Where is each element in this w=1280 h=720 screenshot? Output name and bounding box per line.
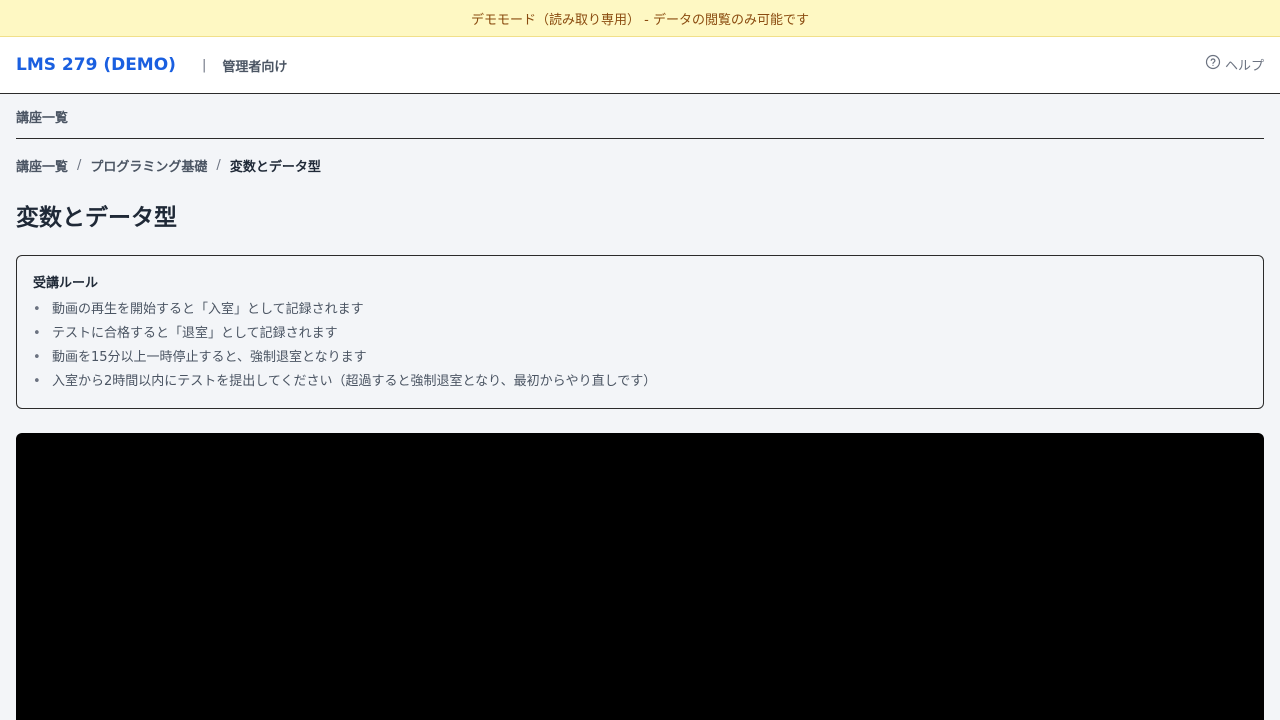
help-label: ヘルプ bbox=[1224, 58, 1264, 74]
breadcrumb-current: 変数とデータ型 bbox=[229, 159, 321, 175]
rules-item: 動画の再生を開始すると「入室」として記録されます bbox=[33, 298, 1247, 322]
rules-item: テストに合格すると「退室」として記録されます bbox=[33, 322, 1247, 346]
help-link[interactable]: ヘルプ bbox=[1205, 54, 1264, 74]
breadcrumb-separator: / bbox=[216, 157, 221, 173]
header-subtitle: 管理者向け bbox=[222, 59, 288, 75]
breadcrumb-programming-basics[interactable]: プログラミング基礎 bbox=[90, 156, 207, 175]
demo-mode-banner: デモモード（読み取り専用） - データの閲覧のみ可能です bbox=[0, 0, 1280, 37]
rules-list: 動画の再生を開始すると「入室」として記録されます テストに合格すると「退室」とし… bbox=[33, 298, 1247, 394]
header-separator: | bbox=[201, 57, 207, 73]
question-circle-icon bbox=[1205, 54, 1221, 74]
demo-mode-text: デモモード（読み取り専用） - データの閲覧のみ可能です bbox=[471, 12, 809, 28]
breadcrumb: 講座一覧 / プログラミング基礎 / 変数とデータ型 bbox=[16, 155, 321, 175]
breadcrumb-separator: / bbox=[77, 157, 82, 173]
brand-link[interactable]: LMS 279 (DEMO) bbox=[16, 55, 176, 75]
attendance-rules-panel: 受講ルール 動画の再生を開始すると「入室」として記録されます テストに合格すると… bbox=[16, 255, 1264, 409]
page-title: 変数とデータ型 bbox=[16, 205, 177, 231]
video-player[interactable] bbox=[16, 433, 1264, 720]
breadcrumb-course-list[interactable]: 講座一覧 bbox=[16, 156, 68, 175]
sub-navigation: 講座一覧 bbox=[16, 94, 1264, 139]
rules-item: 入室から2時間以内にテストを提出してください（超過すると強制退室となり、最初から… bbox=[33, 370, 1247, 394]
top-header: LMS 279 (DEMO) | 管理者向け ヘルプ bbox=[0, 37, 1280, 94]
rules-item: 動画を15分以上一時停止すると、強制退室となります bbox=[33, 346, 1247, 370]
rules-title: 受講ルール bbox=[33, 276, 99, 291]
subnav-item-course-list[interactable]: 講座一覧 bbox=[16, 107, 68, 126]
